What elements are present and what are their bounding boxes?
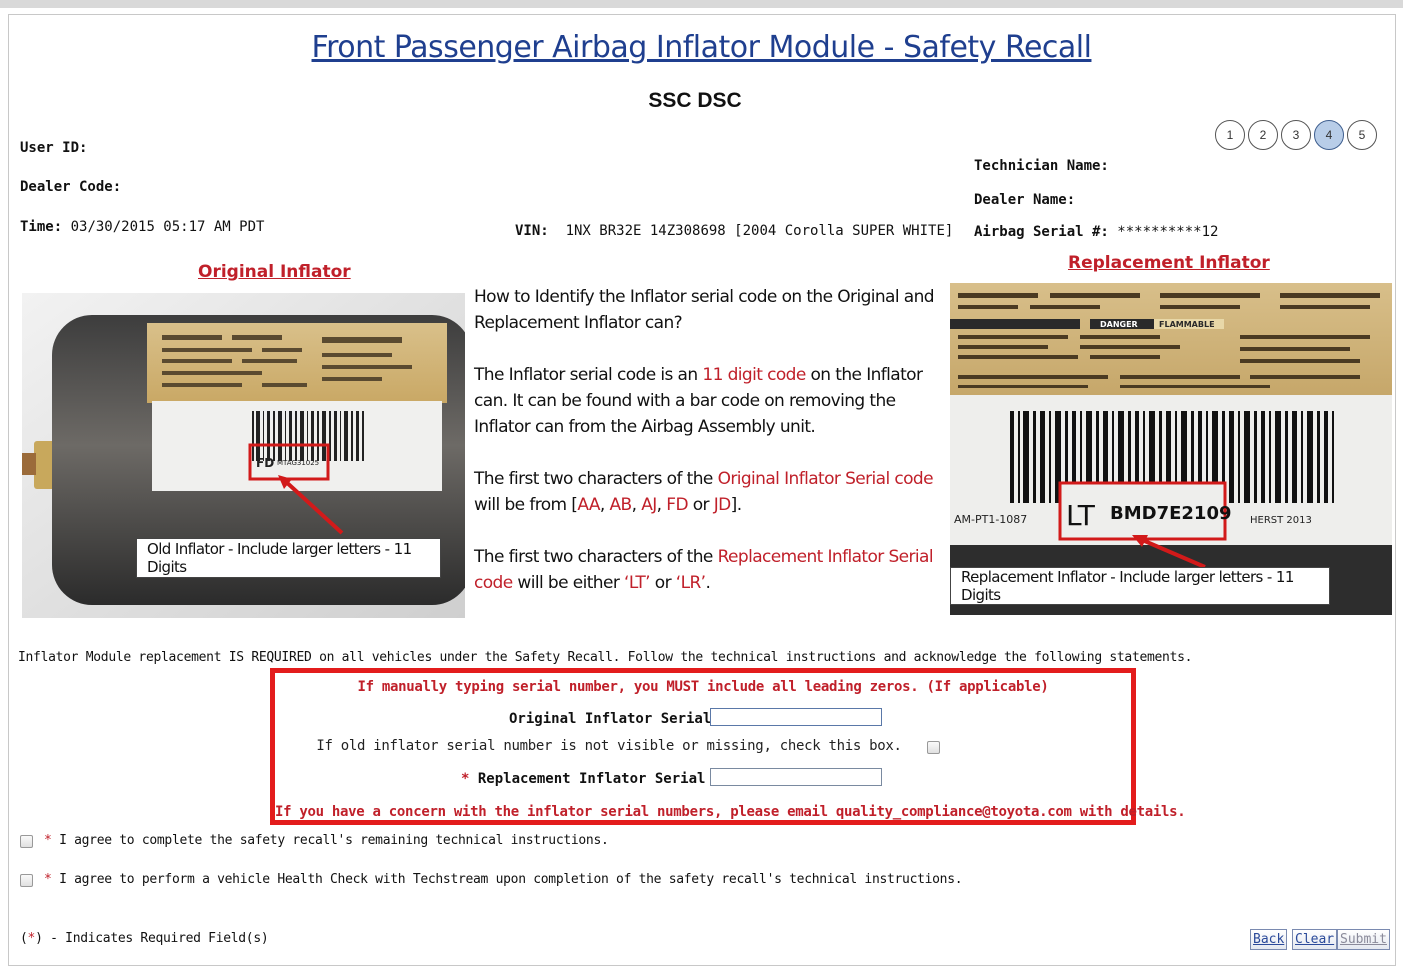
submit-button[interactable]: Submit [1337,929,1390,950]
replacement-serial-input[interactable] [710,768,882,786]
original-code-highlight: Original Inflator Serial code [717,469,934,489]
instructions-paragraph-1: The Inflator serial code is an 11 digit … [474,365,923,437]
missing-serial-check-label: If old inflator serial number is not vis… [316,738,902,754]
replacement-inflator-caption: Replacement Inflator - Include larger le… [950,567,1330,605]
serial-concern-message: If you have a concern with the inflator … [275,804,1186,820]
missing-serial-checkbox[interactable] [927,741,940,754]
user-id-label: User ID: [20,140,88,156]
original-inflator-photo: FD MTAG31025 Old Inflator - Include larg… [22,293,465,618]
required-star: * [44,872,60,887]
time-value: 03/30/2015 05:17 AM PDT [70,219,265,235]
top-bar [0,0,1403,8]
page-title: Front Passenger Airbag Inflator Module -… [311,30,1092,65]
vin-field: VIN: 1NX BR32E 14Z308698 [2004 Corolla S… [515,223,953,239]
agree-technical-label: * I agree to complete the safety recall'… [44,833,609,848]
code-aj: AJ [641,495,657,515]
required-notice: Inflator Module replacement IS REQUIRED … [18,650,1193,665]
replacement-flammable-text: FLAMMABLE [1159,320,1215,329]
time-field: Time: 03/30/2015 05:17 AM PDT [20,219,264,235]
code-aa: AA [577,495,600,515]
required-star: * [461,771,478,787]
replacement-inflator-heading: Replacement Inflator [1068,253,1270,273]
dealer-code-field: Dealer Code: [20,179,121,195]
step-5[interactable]: 5 [1347,120,1377,150]
technician-name-label: Technician Name: [974,158,1109,174]
instructions-question: How to Identify the Inflator serial code… [474,287,935,333]
replacement-inflator-photo: DANGER FLAMMABLE AM-PT1-1087 LT BMD7E210… [950,283,1392,615]
original-label-prefix: FD [256,456,274,470]
replacement-danger-text: DANGER [1100,320,1138,329]
replacement-label-left: AM-PT1-1087 [954,513,1027,526]
clear-button[interactable]: Clear [1292,929,1338,950]
user-id-field: User ID: [20,140,87,156]
replacement-serial-label: Replacement Inflator Serial #: [477,771,731,787]
original-serial-label: Original Inflator Serial #: [509,711,737,727]
dealer-name-field: Dealer Name: [974,192,1075,208]
back-button[interactable]: Back [1250,929,1288,950]
step-2[interactable]: 2 [1248,120,1278,150]
replacement-inflator-illustration: DANGER FLAMMABLE AM-PT1-1087 LT BMD7E210… [950,283,1392,615]
original-serial-input[interactable] [710,708,882,726]
code-lr: ‘LR’ [675,573,706,593]
technician-name-field: Technician Name: [974,158,1109,174]
instructions-paragraph-3: The first two characters of the Replacem… [474,547,934,593]
dealer-code-label: Dealer Code: [20,179,122,195]
agree-technical-checkbox[interactable] [20,835,33,848]
instructions-paragraph-2: The first two characters of the Original… [474,469,934,515]
required-star: * [44,833,60,848]
code-lt: ‘LT’ [624,573,651,593]
code-jd: JD [713,495,732,515]
replacement-label-code: BMD7E2109 [1110,503,1232,524]
step-3[interactable]: 3 [1281,120,1311,150]
airbag-serial-field: Airbag Serial #: **********12 [974,224,1218,240]
replacement-label-right: HERST 2013 [1250,515,1312,526]
dealer-name-label: Dealer Name: [974,192,1076,208]
original-inflator-caption: Old Inflator - Include larger letters - … [136,538,441,578]
airbag-serial-value: **********12 [1117,224,1219,240]
original-label-code: MTAG31025 [277,459,319,467]
step-1[interactable]: 1 [1215,120,1245,150]
original-inflator-heading: Original Inflator [198,262,351,282]
replacement-serial-label-wrap: * Replacement Inflator Serial #: [461,771,731,787]
step-4-current[interactable]: 4 [1314,120,1344,150]
code-ab: AB [609,495,633,515]
time-label: Time: [20,219,63,235]
vin-value: 1NX BR32E 14Z308698 [2004 Corolla SUPER … [565,223,954,239]
agree-health-check-label: * I agree to perform a vehicle Health Ch… [44,872,963,887]
leading-zero-warning: If manually typing serial number, you MU… [357,679,1049,695]
step-indicator: 1 2 3 4 5 [1215,120,1377,150]
required-legend: (*) - Indicates Required Field(s) [20,931,269,946]
code-fd: FD [666,495,688,515]
vin-label: VIN: [515,223,549,239]
serial-entry-box: If manually typing serial number, you MU… [270,668,1186,825]
eleven-digit-highlight: 11 digit code [702,365,806,385]
page-subtitle: SSC DSC [648,89,742,112]
replacement-label-prefix: LT [1066,499,1096,532]
airbag-serial-label: Airbag Serial #: [974,224,1109,240]
agree-health-check-checkbox[interactable] [20,874,33,887]
